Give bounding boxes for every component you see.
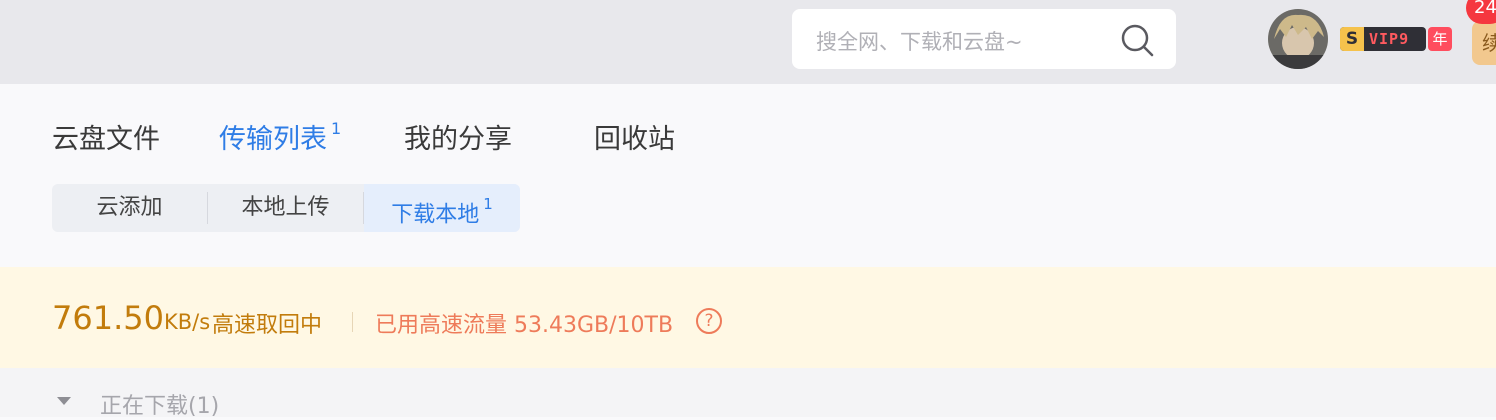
speed-unit: KB/s [163,310,211,334]
vip-bolt-icon: S [1340,27,1364,51]
vip-level: VIP9 [1369,30,1410,48]
download-speed: 761.50KB/s [52,299,210,337]
vip-badge: S VIP9 [1340,27,1426,51]
tab-my-shares[interactable]: 我的分享 [404,117,512,156]
search-input[interactable]: 搜全网、下载和云盘~ [792,9,1176,69]
help-icon[interactable]: ? [696,308,722,334]
top-bar: 搜全网、下载和云盘~ S VIP9 年 续 24 [0,0,1496,84]
section-title: 正在下载(1) [100,394,220,419]
divider [352,312,353,332]
transfer-subtabs: 云添加 本地上传 下载本地 1 [52,184,520,232]
avatar[interactable] [1268,9,1328,69]
notification-badge: 24 [1466,0,1496,24]
caret-down-icon[interactable] [57,397,71,405]
traffic-usage: 已用高速流量 53.43GB/10TB [375,313,674,338]
year-badge: 年 [1428,27,1452,51]
subtab-cloud-add[interactable]: 云添加 [52,184,207,232]
renew-button[interactable]: 续 [1472,21,1496,65]
subtab-local-upload[interactable]: 本地上传 [208,184,363,232]
tab-transfer-list[interactable]: 传输列表 1 [219,117,341,156]
speed-status: 高速取回中 [212,313,323,338]
tab-count-badge: 1 [331,119,342,138]
tab-cloud-files[interactable]: 云盘文件 [52,117,160,156]
tab-recycle-bin[interactable]: 回收站 [594,117,675,156]
search-icon[interactable] [1119,22,1155,58]
subtab-count-badge: 1 [483,195,493,213]
subtab-download-local[interactable]: 下载本地 1 [364,184,520,232]
downloading-section-header[interactable]: 正在下载(1) [0,368,1496,419]
search-placeholder: 搜全网、下载和云盘~ [816,30,1023,54]
speed-number: 761.50 [52,299,164,337]
speed-banner: 761.50KB/s 高速取回中 已用高速流量 53.43GB/10TB ? [0,267,1496,368]
